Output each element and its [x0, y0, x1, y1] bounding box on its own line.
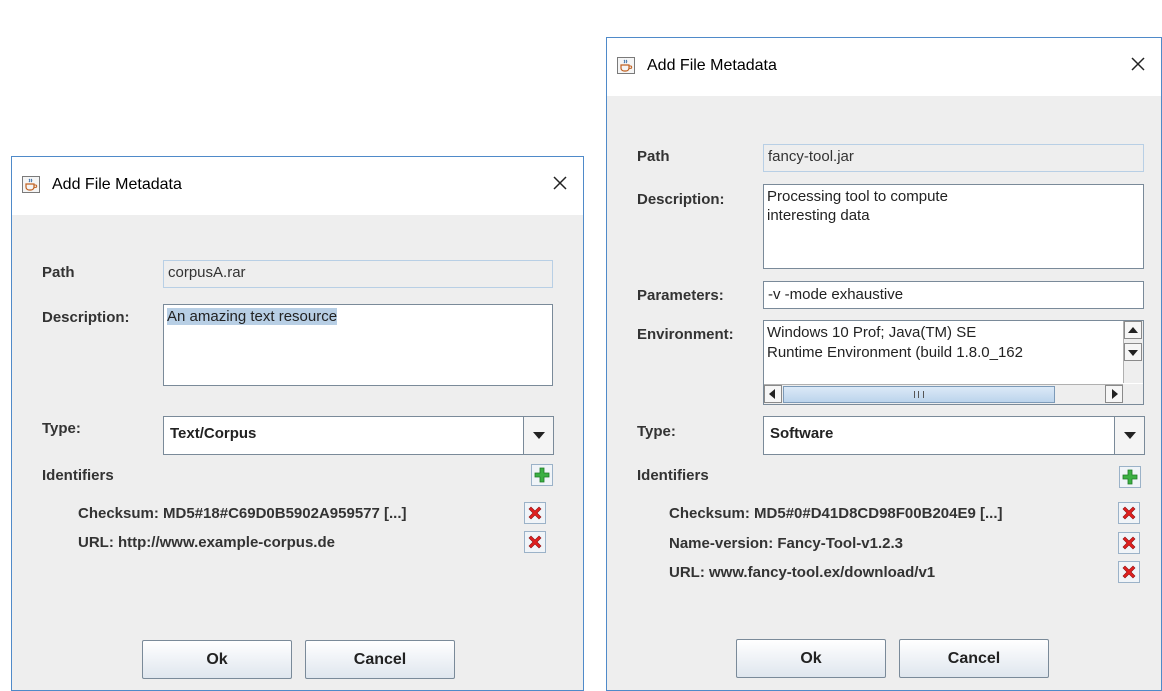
- green-plus-icon: [1122, 469, 1138, 485]
- red-x-icon: [528, 535, 542, 549]
- java-cup-icon: [617, 57, 635, 74]
- red-x-icon: [1122, 565, 1136, 579]
- identifier-name-version: Name-version: Fancy-Tool-v1.2.3: [669, 535, 903, 552]
- identifiers-label: Identifiers: [637, 467, 709, 484]
- dialog-title: Add File Metadata: [52, 176, 182, 193]
- red-x-icon: [1122, 506, 1136, 520]
- close-icon[interactable]: [1127, 53, 1149, 75]
- type-selected-value: Software: [770, 425, 834, 442]
- type-label: Type:: [42, 420, 81, 437]
- description-line-1: Processing tool to compute: [767, 188, 948, 205]
- description-textarea[interactable]: An amazing text resource: [163, 304, 553, 386]
- type-dropdown[interactable]: Software: [763, 416, 1145, 455]
- path-field: corpusA.rar: [163, 260, 553, 288]
- scroll-up-icon[interactable]: [1124, 321, 1142, 339]
- path-label: Path: [637, 148, 670, 165]
- description-text: An amazing text resource: [167, 308, 338, 325]
- remove-name-version-button[interactable]: [1118, 532, 1140, 554]
- environment-label: Environment:: [637, 326, 734, 343]
- vertical-scrollbar[interactable]: [1123, 321, 1143, 383]
- remove-url-button[interactable]: [524, 531, 546, 553]
- scroll-down-icon[interactable]: [1124, 343, 1142, 361]
- type-dropdown[interactable]: Text/Corpus: [163, 416, 554, 455]
- environment-textarea[interactable]: Windows 10 Prof; Java(TM) SE Runtime Env…: [763, 320, 1144, 405]
- add-identifier-button[interactable]: [531, 464, 553, 486]
- ok-button[interactable]: Ok: [736, 639, 886, 678]
- description-label: Description:: [637, 191, 725, 208]
- red-x-icon: [528, 506, 542, 520]
- identifier-checksum: Checksum: MD5#0#D41D8CD98F00B204E9 [...]: [669, 505, 1003, 522]
- chevron-down-icon[interactable]: [523, 417, 553, 454]
- horizontal-scroll-thumb[interactable]: [783, 386, 1055, 403]
- parameters-input[interactable]: -v -mode exhaustive: [763, 281, 1144, 309]
- remove-checksum-button[interactable]: [524, 502, 546, 524]
- add-identifier-button[interactable]: [1119, 466, 1141, 488]
- add-file-metadata-dialog-right: Add File Metadata Path fancy-tool.jar De…: [606, 37, 1162, 691]
- type-selected-value: Text/Corpus: [170, 425, 257, 442]
- description-textarea[interactable]: Processing tool to compute interesting d…: [763, 184, 1144, 269]
- java-cup-icon: [22, 176, 40, 193]
- environment-text: Windows 10 Prof; Java(TM) SE Runtime Env…: [767, 323, 1023, 363]
- cancel-button[interactable]: Cancel: [305, 640, 455, 679]
- remove-url-button[interactable]: [1118, 561, 1140, 583]
- scroll-right-icon[interactable]: [1105, 385, 1123, 403]
- description-label: Description:: [42, 309, 130, 326]
- identifiers-label: Identifiers: [42, 467, 114, 484]
- chevron-down-icon[interactable]: [1114, 417, 1144, 454]
- green-plus-icon: [534, 467, 550, 483]
- path-field: fancy-tool.jar: [763, 144, 1144, 172]
- identifier-checksum: Checksum: MD5#18#C69D0B5902A959577 [...]: [78, 505, 407, 522]
- dialog-title: Add File Metadata: [647, 57, 777, 74]
- add-file-metadata-dialog-left: Add File Metadata Path corpusA.rar Descr…: [11, 156, 584, 691]
- close-icon[interactable]: [549, 172, 571, 194]
- red-x-icon: [1122, 536, 1136, 550]
- horizontal-scrollbar[interactable]: [764, 384, 1123, 404]
- scroll-left-icon[interactable]: [764, 385, 782, 403]
- title-bar[interactable]: Add File Metadata: [607, 38, 1161, 96]
- environment-line-1: Windows 10 Prof; Java(TM) SE: [767, 324, 977, 341]
- description-line-2: interesting data: [767, 207, 870, 224]
- type-label: Type:: [637, 423, 676, 440]
- remove-checksum-button[interactable]: [1118, 502, 1140, 524]
- parameters-label: Parameters:: [637, 287, 724, 304]
- title-bar[interactable]: Add File Metadata: [12, 157, 583, 215]
- path-label: Path: [42, 264, 75, 281]
- environment-line-2: Runtime Environment (build 1.8.0_162: [767, 344, 1023, 361]
- identifier-url: URL: www.fancy-tool.ex/download/v1: [669, 564, 936, 581]
- ok-button[interactable]: Ok: [142, 640, 292, 679]
- identifier-url: URL: http://www.example-corpus.de: [78, 534, 335, 551]
- cancel-button[interactable]: Cancel: [899, 639, 1049, 678]
